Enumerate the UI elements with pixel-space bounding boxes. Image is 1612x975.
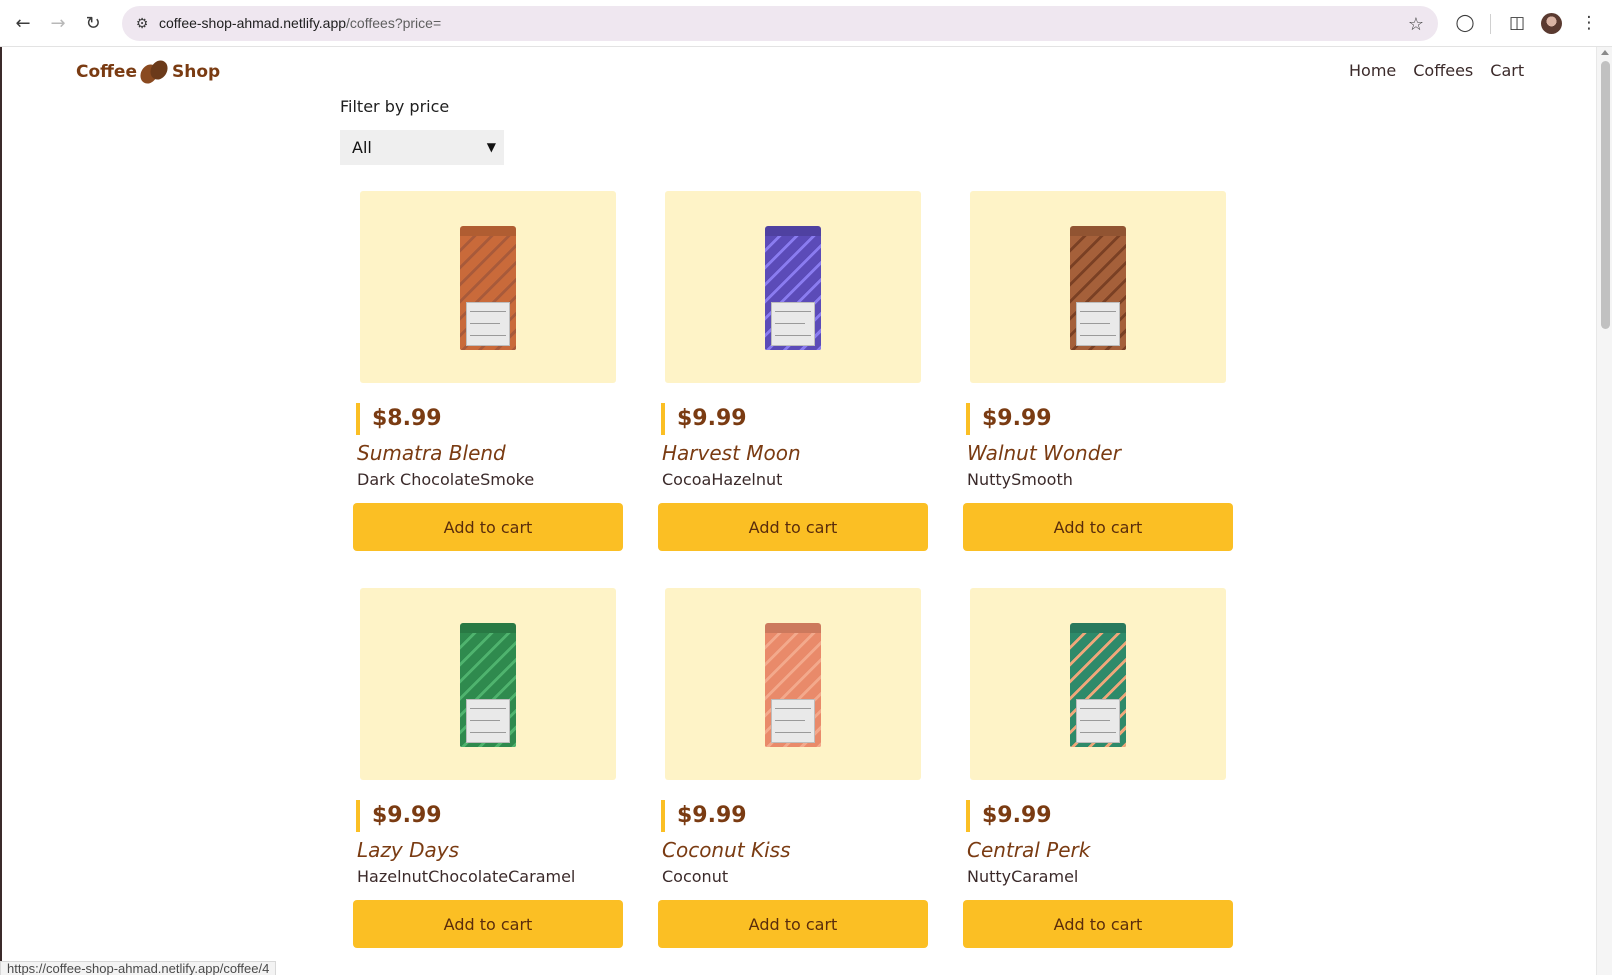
add-to-cart-button[interactable]: Add to cart	[963, 503, 1233, 551]
bag-label	[771, 699, 815, 743]
url-host: coffee-shop-ahmad.netlify.app	[159, 15, 347, 31]
scroll-up-arrow-icon[interactable]	[1601, 50, 1609, 55]
bag-fold	[1070, 226, 1126, 236]
product-price: $9.99	[966, 403, 1052, 435]
price-filter-select[interactable]: All ▼	[340, 130, 504, 165]
extensions-icon[interactable]: ◯	[1450, 8, 1480, 38]
profile-avatar[interactable]	[1541, 13, 1562, 34]
product-name[interactable]: Coconut Kiss	[662, 838, 791, 862]
bag-label	[466, 302, 510, 346]
coffee-bag-icon	[765, 623, 821, 747]
product-name[interactable]: Walnut Wonder	[967, 441, 1121, 465]
menu-kebab-icon[interactable]: ⋮	[1574, 8, 1604, 38]
product-price: $9.99	[356, 800, 442, 832]
coffee-bag-icon	[1070, 226, 1126, 350]
back-icon[interactable]: ←	[8, 8, 38, 38]
forward-icon[interactable]: →	[43, 8, 73, 38]
bag-label	[1076, 302, 1120, 346]
coffee-bean-icon	[137, 57, 171, 87]
price-filter-value: All	[352, 138, 372, 157]
site-info-icon[interactable]: ⚙	[130, 12, 154, 36]
product-flavors: HazelnutChocolateCaramel	[357, 867, 576, 886]
product-name[interactable]: Lazy Days	[357, 838, 459, 862]
product-name[interactable]: Central Perk	[967, 838, 1090, 862]
add-to-cart-button[interactable]: Add to cart	[353, 900, 623, 948]
product-image[interactable]	[665, 588, 921, 780]
browser-toolbar: ← → ↻ ⚙ coffee-shop-ahmad.netlify.app/co…	[0, 0, 1612, 47]
add-to-cart-button[interactable]: Add to cart	[353, 503, 623, 551]
add-to-cart-button[interactable]: Add to cart	[658, 900, 928, 948]
coffee-bag-icon	[765, 226, 821, 350]
address-bar[interactable]: ⚙ coffee-shop-ahmad.netlify.app/coffees?…	[122, 6, 1438, 41]
bag-fold	[460, 226, 516, 236]
coffee-bag-icon	[1070, 623, 1126, 747]
page-content: Coffee Shop Home Coffees Cart Filter by …	[0, 47, 1596, 975]
product-image[interactable]	[360, 588, 616, 780]
scrollbar[interactable]	[1596, 47, 1612, 975]
bag-fold	[1070, 623, 1126, 633]
coffee-bag-icon	[460, 226, 516, 350]
url-text[interactable]: coffee-shop-ahmad.netlify.app/coffees?pr…	[159, 15, 441, 31]
main-nav: Home Coffees Cart	[1349, 61, 1541, 80]
nav-coffees[interactable]: Coffees	[1413, 61, 1473, 80]
bag-label	[466, 699, 510, 743]
chevron-down-icon: ▼	[486, 140, 496, 154]
bag-fold	[460, 623, 516, 633]
product-price: $9.99	[661, 800, 747, 832]
product-name[interactable]: Sumatra Blend	[357, 441, 506, 465]
product-price: $8.99	[356, 403, 442, 435]
status-bar-url: https://coffee-shop-ahmad.netlify.app/co…	[0, 961, 277, 975]
nav-cart[interactable]: Cart	[1490, 61, 1524, 80]
filter-label: Filter by price	[340, 97, 450, 116]
bookmark-star-icon[interactable]: ☆	[1404, 12, 1428, 36]
logo-text-left: Coffee	[76, 62, 137, 82]
bag-label	[771, 302, 815, 346]
coffee-bag-icon	[460, 623, 516, 747]
product-flavors: CocoaHazelnut	[662, 470, 783, 489]
bag-label	[1076, 699, 1120, 743]
site-logo[interactable]: Coffee Shop	[76, 57, 221, 87]
product-image[interactable]	[970, 588, 1226, 780]
product-image[interactable]	[970, 191, 1226, 383]
product-price: $9.99	[966, 800, 1052, 832]
product-image[interactable]	[665, 191, 921, 383]
nav-home[interactable]: Home	[1349, 61, 1396, 80]
product-flavors: Dark ChocolateSmoke	[357, 470, 535, 489]
product-image[interactable]	[360, 191, 616, 383]
product-flavors: NuttySmooth	[967, 470, 1073, 489]
bag-fold	[765, 623, 821, 633]
bag-fold	[765, 226, 821, 236]
scrollbar-thumb[interactable]	[1601, 61, 1610, 329]
add-to-cart-button[interactable]: Add to cart	[658, 503, 928, 551]
reload-icon[interactable]: ↻	[78, 8, 108, 38]
url-path: /coffees?price=	[346, 15, 442, 31]
product-price: $9.99	[661, 403, 747, 435]
logo-text-right: Shop	[172, 62, 221, 82]
product-name[interactable]: Harvest Moon	[662, 441, 801, 465]
product-flavors: NuttyCaramel	[967, 867, 1079, 886]
toolbar-divider	[1490, 14, 1491, 34]
add-to-cart-button[interactable]: Add to cart	[963, 900, 1233, 948]
side-panel-icon[interactable]: ◫	[1502, 8, 1532, 38]
product-flavors: Coconut	[662, 867, 729, 886]
